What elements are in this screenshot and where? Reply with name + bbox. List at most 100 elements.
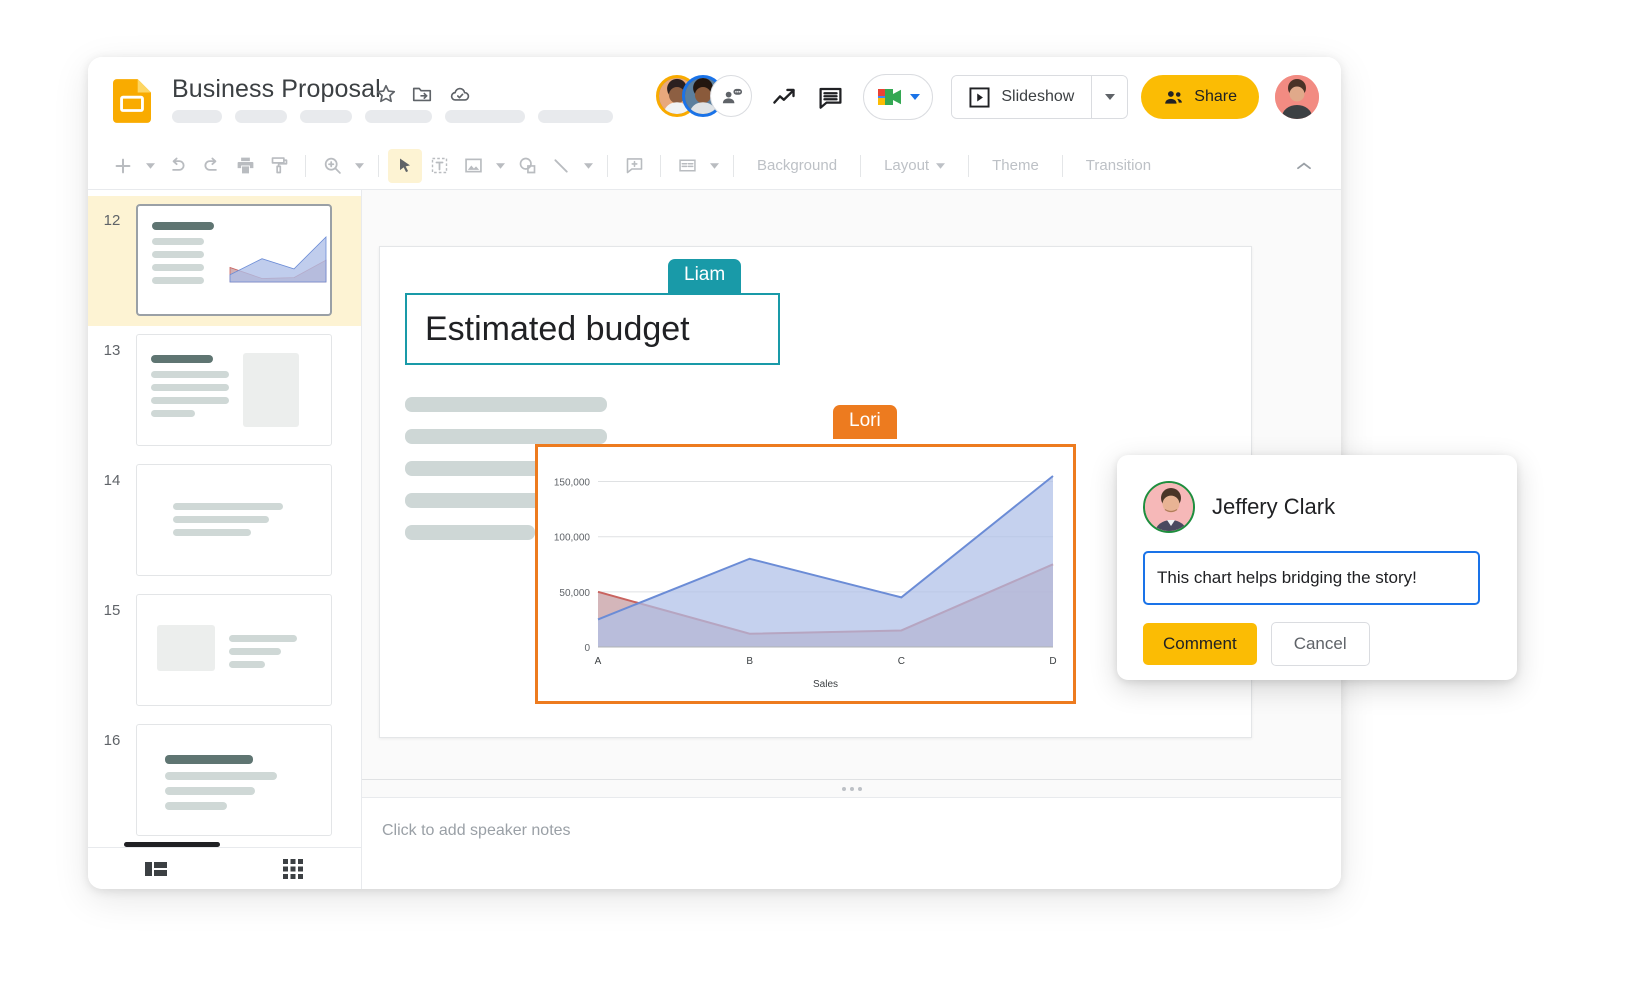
slide-body-line-1 [405, 429, 607, 444]
star-icon[interactable] [375, 83, 397, 105]
toolbar-divider [305, 155, 306, 177]
add-comment-button[interactable] [617, 149, 651, 183]
filmstrip-footer [88, 847, 361, 889]
menu-item-3[interactable] [365, 110, 432, 123]
speaker-notes-placeholder: Click to add speaker notes [382, 822, 1341, 840]
y-axis-tick-label: 100,000 [554, 533, 591, 544]
google-slides-logo-icon [113, 79, 151, 123]
comment-author-name: Jeffery Clark [1212, 494, 1335, 520]
text-box-button[interactable] [422, 149, 456, 183]
comment-input[interactable]: This chart helps bridging the story! [1143, 551, 1480, 605]
insert-image-button[interactable] [456, 149, 490, 183]
activity-dashboard-icon[interactable] [761, 74, 807, 120]
collapse-toolbar-button[interactable] [1287, 149, 1321, 183]
y-axis-tick-label: 50,000 [559, 588, 590, 599]
print-button[interactable] [228, 149, 262, 183]
slide-thumbnail-16[interactable]: 16 [88, 716, 361, 846]
slide-thumbnail-13[interactable]: 13 [88, 326, 361, 456]
menu-item-1[interactable] [235, 110, 287, 123]
collaborator-avatars [656, 73, 761, 121]
document-title[interactable]: Business Proposal [172, 75, 381, 104]
slideshow-button[interactable]: Slideshow [952, 76, 1091, 118]
filmstrip-view-button[interactable] [88, 860, 225, 878]
collaborator-tag-lori: Lori [833, 405, 897, 439]
toolbar-divider [660, 155, 661, 177]
comment-cancel-button[interactable]: Cancel [1271, 622, 1370, 666]
select-tool-button[interactable] [388, 149, 422, 183]
new-slide-button[interactable] [106, 149, 140, 183]
title-bar: Business Proposal [88, 57, 1341, 142]
menu-bar[interactable] [172, 110, 613, 123]
chart-object[interactable]: 050,000100,000150,000ABCDSales [535, 444, 1076, 704]
slide-thumbnail-preview[interactable] [136, 334, 332, 446]
toolbar-divider [860, 155, 861, 177]
speaker-notes-panel[interactable]: Click to add speaker notes [362, 797, 1341, 889]
slide-thumbnail-preview[interactable] [136, 724, 332, 836]
account-avatar[interactable] [1275, 75, 1319, 119]
zoom-caret[interactable] [349, 149, 369, 183]
slideshow-button-group: Slideshow [951, 75, 1128, 119]
slide-thumbnail-15[interactable]: 15 [88, 586, 361, 716]
menu-item-4[interactable] [445, 110, 525, 123]
toolbar-divider [968, 155, 969, 177]
new-slide-caret[interactable] [140, 149, 160, 183]
menu-item-0[interactable] [172, 110, 222, 123]
slide-number: 15 [88, 594, 136, 619]
filmstrip-view-icon [145, 860, 167, 878]
menu-item-2[interactable] [300, 110, 352, 123]
insert-image-caret[interactable] [490, 149, 510, 183]
text-layout-caret[interactable] [704, 149, 724, 183]
slideshow-label: Slideshow [1001, 88, 1074, 106]
main-toolbar: Background Layout Theme Transition [88, 142, 1341, 190]
layout-button[interactable]: Layout [870, 157, 959, 174]
share-label: Share [1194, 88, 1237, 106]
slide-list: 121314 15 16 [88, 190, 361, 846]
slide-title-textbox[interactable]: Estimated budget [405, 293, 780, 365]
header-actions: Slideshow Share [656, 73, 1319, 121]
line-caret[interactable] [578, 149, 598, 183]
chevron-down-icon [936, 163, 945, 169]
zoom-button[interactable] [315, 149, 349, 183]
page-title: Estimated budget [425, 310, 690, 349]
undo-button[interactable] [160, 149, 194, 183]
comment-actions: Comment Cancel [1143, 622, 1491, 666]
chevron-up-icon [1297, 162, 1311, 170]
present-to-meeting-icon[interactable] [710, 75, 752, 117]
x-axis-label: Sales [813, 679, 838, 690]
slideshow-caret[interactable] [1091, 76, 1127, 118]
transition-button[interactable]: Transition [1072, 157, 1165, 174]
google-meet-icon [874, 85, 906, 109]
text-layout-button[interactable] [670, 149, 704, 183]
notes-grip-icon [842, 787, 862, 791]
move-to-folder-icon[interactable] [411, 83, 433, 105]
google-meet-button[interactable] [863, 74, 933, 120]
slide-number: 16 [88, 724, 136, 749]
slide-thumbnail-preview[interactable] [136, 594, 332, 706]
toolbar-divider [1062, 155, 1063, 177]
comment-submit-button[interactable]: Comment [1143, 623, 1257, 665]
x-axis-tick-label: D [1049, 656, 1056, 667]
line-button[interactable] [544, 149, 578, 183]
toolbar-divider [733, 155, 734, 177]
slide-thumbnail-preview[interactable] [136, 204, 332, 316]
redo-button[interactable] [194, 149, 228, 183]
notes-resize-handle[interactable] [362, 779, 1341, 797]
share-button[interactable]: Share [1141, 75, 1259, 119]
background-button[interactable]: Background [743, 157, 851, 174]
grid-view-button[interactable] [225, 859, 362, 879]
grid-view-icon [283, 859, 303, 879]
slide-filmstrip[interactable]: 121314 15 16 [88, 190, 362, 889]
cloud-saved-icon[interactable] [449, 83, 471, 105]
comment-history-icon[interactable] [807, 74, 853, 120]
slide-thumbnail-14[interactable]: 14 [88, 456, 361, 586]
slide-thumbnail-12[interactable]: 12 [88, 196, 361, 326]
x-axis-tick-label: C [898, 656, 905, 667]
theme-button[interactable]: Theme [978, 157, 1053, 174]
paint-format-button[interactable] [262, 149, 296, 183]
y-axis-tick-label: 0 [584, 643, 590, 654]
slide-thumbnail-preview[interactable] [136, 464, 332, 576]
shape-button[interactable] [510, 149, 544, 183]
avatar [1143, 481, 1195, 533]
menu-item-5[interactable] [538, 110, 613, 123]
layout-label: Layout [884, 157, 929, 174]
